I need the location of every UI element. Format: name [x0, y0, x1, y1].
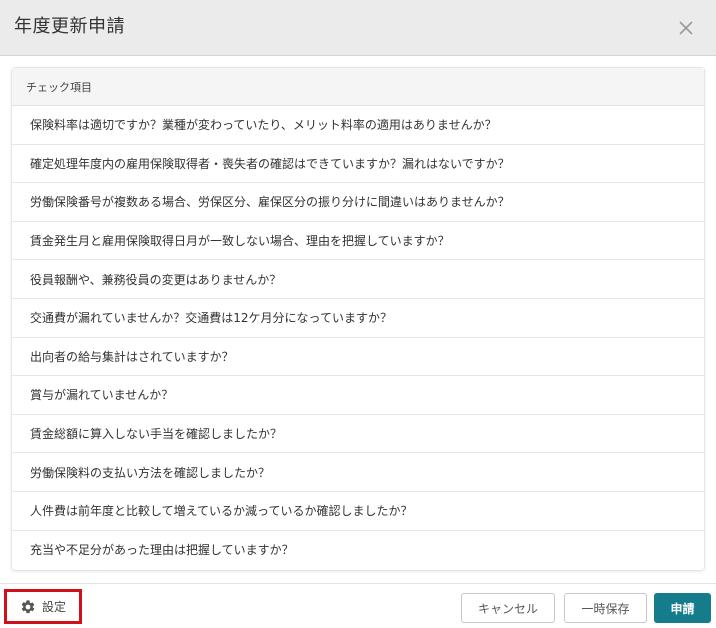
dialog-header: 年度更新申請 [0, 0, 716, 56]
gear-icon [21, 599, 35, 613]
checklist-item: 賃金総額に算入しない手当を確認しましたか？ [12, 415, 704, 454]
checklist-item: 役員報酬や、兼務役員の変更はありませんか？ [12, 260, 704, 299]
dialog-title: 年度更新申請 [14, 16, 125, 37]
checklist-panel: チェック項目 保険料率は適切ですか？業種が変わっていたり、メリット料率の適用はあ… [12, 68, 704, 570]
checklist-header: チェック項目 [12, 68, 704, 106]
close-icon [679, 21, 693, 35]
checklist-item: 充当や不足分があった理由は把握していますか？ [30, 543, 294, 558]
checklist-item: 交通費が漏れていませんか？交通費は12ケ月分になっていますか？ [12, 299, 704, 338]
close-button[interactable] [672, 14, 700, 42]
cancel-button[interactable]: キャンセル [461, 593, 555, 623]
checklist-item: 人件費は前年度と比較して増えているか減っているか確認しましたか？ [12, 492, 704, 531]
checklist-item: 出向者の給与集計はされていますか？ [12, 338, 704, 377]
checklist-item: 賃金発生月と雇用保険取得日月が一致しない場合、理由を把握していますか？ [12, 222, 704, 261]
checklist-rows: 保険料率は適切ですか？業種が変わっていたり、メリット料率の適用はありませんか？確… [12, 106, 704, 569]
checklist-item: 保険料率は適切ですか？業種が変わっていたり、メリット料率の適用はありませんか？ [12, 106, 704, 145]
checklist-item: 労働保険番号が複数ある場合、労保区分、雇保区分の振り分けに間違いはありませんか？ [12, 183, 704, 222]
footer-divider [0, 583, 716, 584]
checklist-item: 労働保険料の支払い方法を確認しましたか？ [12, 453, 704, 492]
checklist-item: 確定処理年度内の雇用保険取得者・喪失者の確認はできていますか？漏れはないですか？ [12, 145, 704, 184]
save-draft-button[interactable]: 一時保存 [564, 593, 647, 623]
settings-button[interactable]: 設定 [4, 589, 82, 624]
apply-button[interactable]: 申請 [654, 593, 711, 623]
settings-label: 設定 [41, 600, 66, 614]
checklist-item: 賞与が漏れていませんか？ [12, 376, 704, 415]
